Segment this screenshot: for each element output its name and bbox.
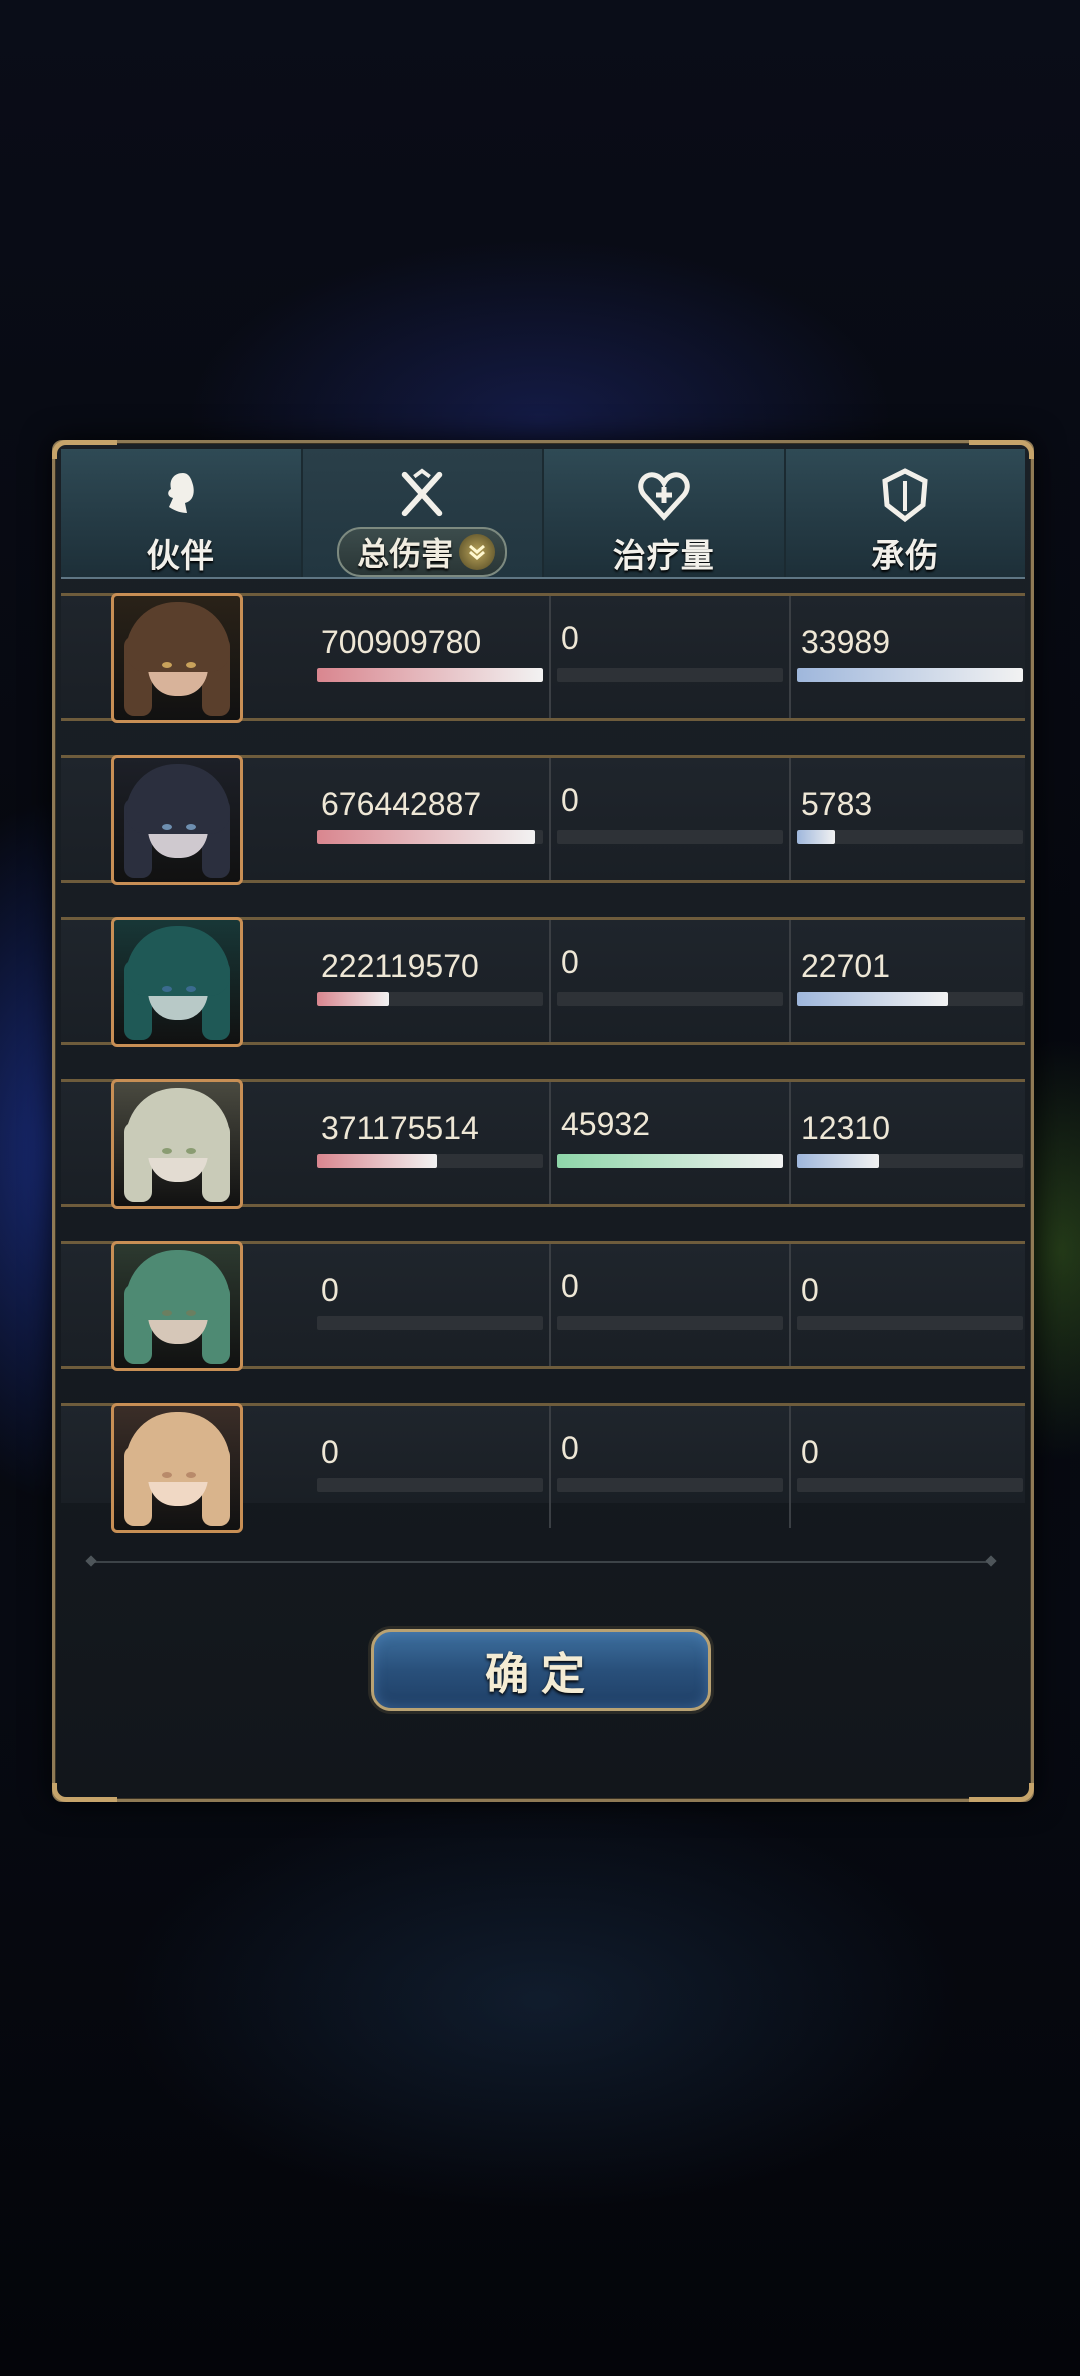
damage-progress-bar [317, 1478, 543, 1492]
partner-row: 676442887 0 5783 [61, 755, 1025, 885]
teal-hair-portrait[interactable] [111, 917, 243, 1047]
damage-progress-bar [317, 992, 543, 1006]
damage-stat-cell: 222119570 [309, 920, 543, 1042]
heal-progress-bar [557, 992, 783, 1006]
damage-progress-bar [317, 1154, 543, 1168]
stats-header: 伙伴 总伤害 治疗量 承伤 [61, 449, 1025, 579]
heal-value: 0 [561, 1430, 579, 1466]
taken-value: 22701 [801, 948, 890, 984]
partner-row: 371175514 45932 12310 [61, 1079, 1025, 1209]
heal-stat-cell: 0 [549, 596, 783, 718]
heal-progress-bar [557, 668, 783, 682]
white-hair-portrait[interactable] [111, 1079, 243, 1209]
heal-stat-cell: 0 [549, 1244, 783, 1366]
chevron-down-icon [459, 534, 496, 570]
partner-row: 0 0 0 [61, 1241, 1025, 1371]
damage-value: 0 [321, 1434, 339, 1470]
damage-sort-dropdown[interactable]: 总伤害 [337, 527, 508, 577]
taken-value: 33989 [801, 624, 890, 660]
heal-header-label: 治疗量 [612, 536, 715, 575]
heal-value: 0 [561, 782, 579, 818]
partner-row: 222119570 0 22701 [61, 917, 1025, 1047]
taken-progress-bar [797, 1154, 1023, 1168]
taken-progress-fill [797, 830, 836, 844]
taken-progress-bar [797, 668, 1023, 682]
confirm-button[interactable]: 确定 [371, 1629, 711, 1711]
damage-value: 700909780 [321, 624, 482, 660]
taken-stat-cell: 0 [789, 1244, 1023, 1366]
taken-value: 5783 [801, 786, 873, 822]
heal-progress-bar [557, 1154, 783, 1168]
taken-progress-bar [797, 992, 1023, 1006]
heal-value: 45932 [561, 1106, 650, 1142]
damage-progress-bar [317, 668, 543, 682]
heal-stat-cell: 0 [549, 758, 783, 880]
heal-value: 0 [561, 620, 579, 656]
heal-progress-fill [557, 1154, 783, 1168]
damage-value: 0 [321, 1272, 339, 1308]
damage-stat-cell: 371175514 [309, 1082, 543, 1204]
stats-list[interactable]: 700909780 0 33989 676442887 0 5783 222119570 0 2… [61, 593, 1025, 1678]
partner-row: 700909780 0 33989 [61, 593, 1025, 723]
tab-partner: 伙伴 [61, 449, 303, 577]
taken-value: 12310 [801, 1110, 890, 1146]
battle-stats-panel: 伙伴 总伤害 治疗量 承伤 700909780 0 33989 67644288… [52, 440, 1034, 1802]
heal-stat-cell: 45932 [549, 1082, 783, 1204]
damage-progress-bar [317, 830, 543, 844]
heal-stat-cell: 0 [549, 1406, 783, 1528]
damage-value: 222119570 [321, 948, 479, 984]
damage-progress-fill [317, 1154, 437, 1168]
damage-progress-fill [317, 992, 389, 1006]
partner-row: 0 0 0 [61, 1403, 1025, 1533]
damage-progress-fill [317, 830, 536, 844]
heal-stat-cell: 0 [549, 920, 783, 1042]
taken-progress-bar [797, 1478, 1023, 1492]
taken-header-label: 承伤 [871, 536, 940, 575]
damage-progress-bar [317, 1316, 543, 1330]
damage-stat-cell: 0 [309, 1244, 543, 1366]
heal-progress-bar [557, 1316, 783, 1330]
heal-progress-bar [557, 1478, 783, 1492]
confirm-button-label: 确定 [485, 1649, 597, 1700]
taken-progress-fill [797, 992, 948, 1006]
damage-stat-cell: 676442887 [309, 758, 543, 880]
damage-stat-cell: 0 [309, 1406, 543, 1528]
damage-header-label: 总伤害 [357, 535, 454, 573]
taken-progress-bar [797, 1316, 1023, 1330]
partner-header-label: 伙伴 [146, 536, 215, 575]
taken-stat-cell: 5783 [789, 758, 1023, 880]
tab-total-damage[interactable]: 总伤害 [302, 449, 544, 577]
heart-plus-icon [638, 472, 690, 521]
taken-stat-cell: 22701 [789, 920, 1023, 1042]
brown-hair-portrait[interactable] [111, 593, 243, 723]
taken-progress-fill [797, 668, 1023, 682]
blonde-hair-portrait[interactable] [111, 1403, 243, 1533]
panel-corner-ornament [969, 1783, 1034, 1802]
damage-progress-fill [317, 668, 543, 682]
heal-value: 0 [561, 1268, 579, 1304]
tab-damage-taken: 承伤 [786, 449, 1026, 577]
taken-stat-cell: 0 [789, 1406, 1023, 1528]
heal-progress-bar [557, 830, 783, 844]
crossed-swords-icon [402, 468, 443, 517]
damage-value: 371175514 [321, 1110, 479, 1146]
heal-value: 0 [561, 944, 579, 980]
taken-progress-bar [797, 830, 1023, 844]
taken-value: 0 [801, 1272, 819, 1308]
damage-value: 676442887 [321, 786, 482, 822]
damage-stat-cell: 700909780 [309, 596, 543, 718]
dark-hair-portrait[interactable] [111, 755, 243, 885]
taken-progress-fill [797, 1154, 879, 1168]
tab-healing: 治疗量 [544, 449, 786, 577]
panel-corner-ornament [52, 1783, 117, 1802]
shield-icon [882, 468, 928, 523]
divider [85, 1555, 997, 1567]
taken-stat-cell: 33989 [789, 596, 1023, 718]
green-hair-portrait[interactable] [111, 1241, 243, 1371]
taken-value: 0 [801, 1434, 819, 1470]
partner-silhouette-icon [167, 473, 194, 513]
taken-stat-cell: 12310 [789, 1082, 1023, 1204]
